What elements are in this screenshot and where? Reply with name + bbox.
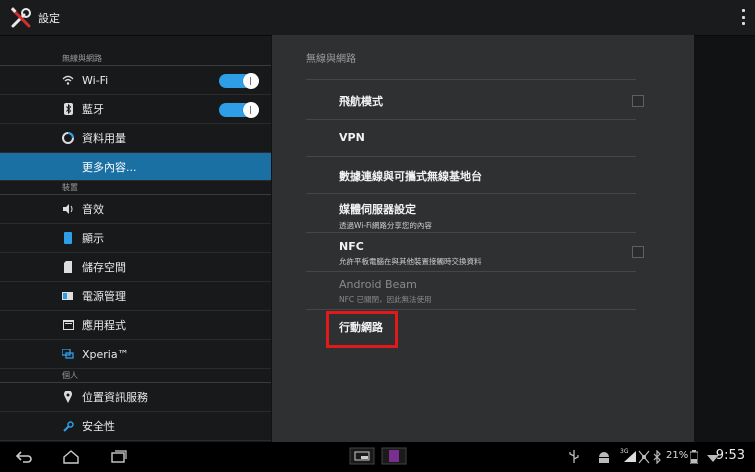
airplane-mode-row[interactable]: 飛航模式: [339, 93, 659, 109]
detail-pane: 無線與網路 飛航模式 VPN 數據連線與可攜式無線基地台 媒體伺服器設定 透過W…: [272, 35, 694, 442]
nfc-row[interactable]: NFC 允許平板電腦在與其他裝置接觸時交換資料: [339, 240, 659, 267]
action-bar: 設定: [0, 0, 755, 36]
row-title: NFC: [339, 240, 364, 253]
divider: [306, 271, 636, 272]
data-usage-icon: [62, 132, 74, 144]
sidebar-item-label: 安全性: [82, 420, 115, 433]
sidebar-item-label: Wi-Fi: [82, 73, 109, 87]
row-title: Android Beam: [339, 278, 417, 291]
sidebar-item-power[interactable]: 電源管理: [0, 282, 271, 311]
sidebar-item-sound[interactable]: 音效: [0, 195, 271, 224]
wifi-toggle[interactable]: [219, 73, 259, 89]
sidebar-item-label: 藍牙: [82, 103, 104, 116]
sidebar-item-label: 音效: [82, 203, 104, 216]
small-app-icon[interactable]: [349, 447, 375, 469]
sidebar-item-more[interactable]: 更多內容...: [0, 153, 271, 181]
divider: [306, 193, 636, 194]
divider: [306, 119, 636, 120]
sidebar-item-security[interactable]: 安全性: [0, 412, 271, 441]
category-wireless: 無線與網路: [0, 52, 271, 66]
section-header: 無線與網路: [306, 54, 356, 65]
divider: [306, 309, 636, 310]
sidebar-item-data-usage[interactable]: 資料用量: [0, 124, 271, 153]
row-title: 媒體伺服器設定: [339, 203, 416, 216]
tools-icon[interactable]: [6, 3, 36, 33]
sidebar-item-wifi[interactable]: Wi-Fi: [0, 66, 271, 95]
highlight-box: [326, 311, 398, 348]
battery-percent: 21%: [666, 450, 689, 461]
location-icon: [62, 391, 74, 403]
row-summary: 允許平板電腦在與其他裝置接觸時交換資料: [339, 257, 482, 266]
sidebar-item-label: 顯示: [82, 232, 104, 245]
row-title: 飛航模式: [339, 95, 383, 108]
sidebar-item-display[interactable]: 顯示: [0, 224, 271, 253]
recent-apps-icon[interactable]: [110, 449, 128, 468]
row-title: VPN: [339, 131, 365, 144]
display-icon: [62, 232, 74, 244]
bluetooth-toggle[interactable]: [219, 102, 259, 118]
sidebar-item-storage[interactable]: 儲存空間: [0, 253, 271, 282]
sidebar-item-label: 電源管理: [82, 290, 126, 303]
divider: [306, 79, 636, 80]
vpn-row[interactable]: VPN: [339, 131, 659, 144]
media-server-row[interactable]: 媒體伺服器設定 透過Wi-Fi網路分享您的內容: [339, 201, 659, 231]
row-title: 數據連線與可攜式無線基地台: [339, 170, 482, 183]
row-summary: NFC 已關閉，因此無法使用: [339, 295, 432, 304]
category-personal: 個人: [0, 369, 271, 383]
sidebar-item-label: 資料用量: [82, 132, 126, 145]
settings-sidebar: 無線與網路 Wi-Fi 藍牙 資料用量 更多內容... 裝置 音效 顯示 儲存空…: [0, 36, 271, 442]
svg-text:3G: 3G: [620, 448, 629, 455]
system-bar: 3G 21% 9:53: [0, 442, 755, 472]
battery-status-icon: [689, 449, 699, 468]
airplane-mode-checkbox[interactable]: [632, 95, 644, 107]
sidebar-item-label: 位置資訊服務: [82, 391, 148, 404]
android-beam-row: Android Beam NFC 已關閉，因此無法使用: [339, 278, 659, 305]
overflow-menu-icon[interactable]: [742, 9, 746, 25]
signal-3g-icon: 3G: [620, 447, 638, 467]
home-icon[interactable]: [62, 449, 80, 468]
nfc-off-icon: [638, 449, 650, 468]
app-title: 設定: [38, 11, 60, 25]
sound-icon: [62, 203, 74, 215]
row-summary: 透過Wi-Fi網路分享您的內容: [339, 221, 432, 230]
category-device: 裝置: [0, 181, 271, 195]
sidebar-item-label: 儲存空間: [82, 261, 126, 274]
security-icon: [62, 420, 74, 432]
divider: [306, 232, 636, 233]
clock: 9:53: [715, 448, 745, 463]
nfc-checkbox[interactable]: [632, 246, 644, 258]
battery-icon: [62, 290, 74, 302]
media-app-icon[interactable]: [381, 447, 407, 469]
bluetooth-status-icon: [652, 449, 662, 468]
android-debug-icon: [597, 449, 611, 468]
divider: [306, 156, 636, 157]
xperia-icon: [62, 348, 74, 360]
wifi-icon: [62, 74, 74, 86]
back-icon[interactable]: [15, 449, 33, 468]
sidebar-item-xperia[interactable]: Xperia™: [0, 340, 271, 369]
sidebar-item-bluetooth[interactable]: 藍牙: [0, 95, 271, 124]
sidebar-item-label: Xperia™: [82, 347, 129, 361]
sidebar-item-apps[interactable]: 應用程式: [0, 311, 271, 340]
bluetooth-icon: [62, 103, 74, 115]
usb-icon: [568, 449, 580, 468]
apps-icon: [62, 319, 74, 331]
sidebar-item-label: 應用程式: [82, 319, 126, 332]
sidebar-item-label: 更多內容...: [82, 160, 137, 174]
sidebar-item-location[interactable]: 位置資訊服務: [0, 383, 271, 412]
tethering-row[interactable]: 數據連線與可攜式無線基地台: [339, 168, 659, 184]
storage-icon: [62, 261, 74, 273]
